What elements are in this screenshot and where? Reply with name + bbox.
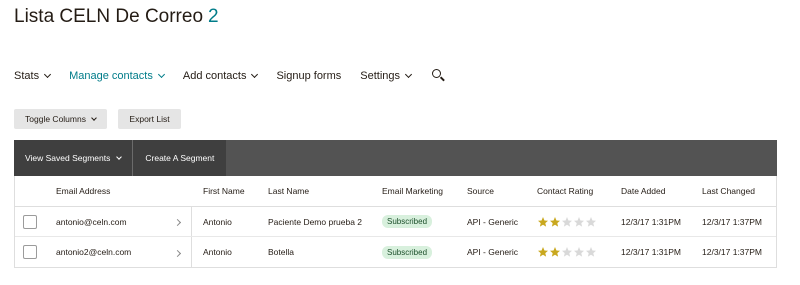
create-segment-button[interactable]: Create A Segment bbox=[132, 140, 227, 176]
view-saved-segments-label: View Saved Segments bbox=[25, 153, 111, 163]
last-changed: 12/3/17 1:37PM bbox=[702, 247, 763, 257]
last-name: Paciente Demo prueba 2 bbox=[268, 216, 363, 227]
contacts-table: Email Address First Name Last Name Email… bbox=[14, 176, 777, 268]
column-header-source[interactable]: Source bbox=[467, 176, 494, 206]
search-icon[interactable] bbox=[432, 69, 446, 83]
status-badge: Subscribed bbox=[382, 215, 433, 228]
source: API - Generic bbox=[467, 247, 519, 257]
star-empty-icon bbox=[585, 246, 597, 258]
last-name: Botella bbox=[268, 247, 294, 257]
source: API - Generic bbox=[467, 216, 519, 227]
table-header: Email Address First Name Last Name Email… bbox=[15, 176, 776, 207]
chevron-down-icon bbox=[116, 153, 123, 160]
email-address[interactable]: antonio2@celn.com bbox=[56, 247, 131, 257]
star-filled-icon bbox=[537, 246, 549, 258]
star-empty-icon bbox=[585, 216, 597, 228]
column-header-email-marketing[interactable]: Email Marketing bbox=[382, 176, 443, 206]
email-address[interactable]: antonio@celn.com bbox=[56, 217, 127, 227]
first-name: Antonio bbox=[203, 247, 232, 257]
chevron-right-icon[interactable] bbox=[173, 249, 182, 257]
last-changed: 12/3/17 1:37PM bbox=[702, 216, 763, 227]
date-added: 12/3/17 1:31PM bbox=[621, 216, 682, 227]
column-header-contact-rating[interactable]: Contact Rating bbox=[537, 176, 593, 206]
row-checkbox[interactable] bbox=[23, 245, 37, 259]
nav-signup-forms[interactable]: Signup forms bbox=[276, 70, 341, 82]
export-list-label: Export List bbox=[129, 114, 170, 124]
nav-label: Settings bbox=[360, 70, 401, 82]
chevron-right-icon[interactable] bbox=[173, 218, 182, 227]
chevron-down-icon bbox=[251, 70, 259, 79]
column-header-first-name[interactable]: First Name bbox=[203, 176, 245, 206]
nav-manage-contacts[interactable]: Manage contacts bbox=[69, 70, 165, 82]
chevron-down-icon bbox=[404, 70, 413, 79]
chevron-down-icon bbox=[91, 114, 97, 121]
contact-rating bbox=[537, 216, 597, 228]
column-header-date-added[interactable]: Date Added bbox=[621, 176, 665, 206]
column-header-last-changed[interactable]: Last Changed bbox=[702, 176, 755, 206]
chevron-down-icon bbox=[157, 70, 165, 79]
nav-label: Stats bbox=[14, 70, 40, 82]
contact-count: 2 bbox=[208, 6, 219, 27]
nav-settings[interactable]: Settings bbox=[360, 70, 413, 82]
first-name: Antonio bbox=[203, 216, 232, 227]
star-empty-icon bbox=[573, 216, 585, 228]
star-empty-icon bbox=[573, 246, 585, 258]
table-row: antonio2@celn.com Antonio Botella Subscr… bbox=[15, 237, 776, 267]
nav-label: Add contacts bbox=[182, 70, 247, 82]
create-segment-label: Create A Segment bbox=[145, 153, 215, 163]
nav-label: Signup forms bbox=[276, 70, 342, 82]
nav-add-contacts[interactable]: Add contacts bbox=[182, 70, 259, 82]
segment-bar: View Saved Segments Create A Segment bbox=[14, 140, 777, 176]
list-nav: Stats Manage contacts Add contacts Signu… bbox=[14, 68, 446, 84]
nav-label: Manage contacts bbox=[69, 70, 153, 82]
nav-stats[interactable]: Stats bbox=[14, 70, 52, 82]
star-empty-icon bbox=[561, 216, 573, 228]
row-checkbox[interactable] bbox=[23, 214, 37, 229]
chevron-down-icon bbox=[44, 70, 52, 79]
table-row: antonio@celn.com Antonio Paciente Demo p… bbox=[15, 207, 776, 237]
export-list-button[interactable]: Export List bbox=[118, 109, 181, 129]
column-header-email[interactable]: Email Address bbox=[56, 176, 110, 206]
list-name: Lista CELN De Correo bbox=[14, 6, 204, 27]
page-title: Lista CELN De Correo 2 bbox=[14, 6, 219, 28]
star-empty-icon bbox=[561, 246, 573, 258]
star-filled-icon bbox=[549, 246, 561, 258]
star-filled-icon bbox=[549, 216, 561, 228]
toggle-columns-label: Toggle Columns bbox=[25, 114, 86, 124]
column-header-last-name[interactable]: Last Name bbox=[268, 176, 309, 206]
date-added: 12/3/17 1:31PM bbox=[621, 247, 682, 257]
star-filled-icon bbox=[537, 216, 549, 228]
toggle-columns-button[interactable]: Toggle Columns bbox=[14, 109, 107, 129]
status-badge: Subscribed bbox=[382, 245, 433, 259]
view-saved-segments-button[interactable]: View Saved Segments bbox=[14, 140, 133, 176]
contact-rating bbox=[537, 246, 597, 258]
